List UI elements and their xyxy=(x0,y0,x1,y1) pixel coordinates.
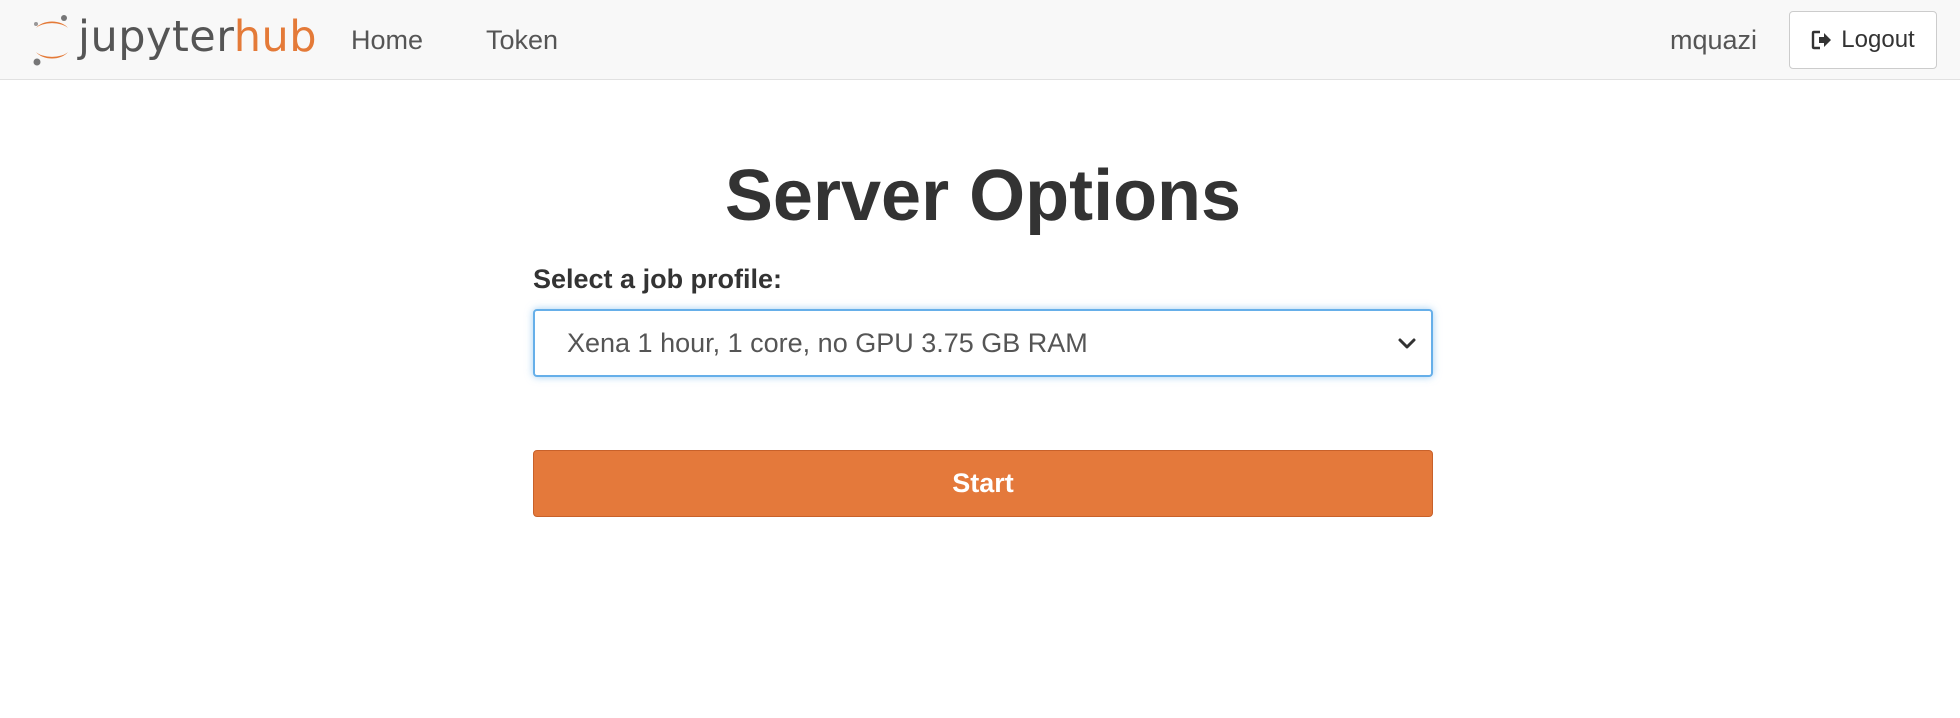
job-profile-label: Select a job profile: xyxy=(533,264,783,294)
start-button[interactable]: Start xyxy=(533,450,1433,517)
brand-text-hub: hub xyxy=(233,11,317,62)
logout-label: Logout xyxy=(1841,26,1915,53)
job-profile-selected-value: Xena 1 hour, 1 core, no GPU 3.75 GB RAM xyxy=(567,327,1088,358)
username-label: mquazi xyxy=(1669,25,1757,55)
job-profile-select[interactable]: Xena 1 hour, 1 core, no GPU 3.75 GB RAM xyxy=(533,309,1433,377)
brand-link[interactable]: jupyterhub xyxy=(28,10,317,70)
chevron-down-icon xyxy=(1398,338,1416,349)
brand-text-jupyter: jupyter xyxy=(78,11,234,62)
nav-home-link[interactable]: Home xyxy=(351,0,423,80)
nav-token-link[interactable]: Token xyxy=(486,0,558,80)
page-title: Server Options xyxy=(724,156,1242,236)
logout-button[interactable]: Logout xyxy=(1789,11,1937,69)
navbar: jupyterhub Home Token mquazi Logout xyxy=(0,0,1960,80)
jupyter-logo-icon xyxy=(33,15,68,66)
sign-out-icon xyxy=(1812,30,1832,50)
brand-text: jupyterhub xyxy=(78,15,317,59)
